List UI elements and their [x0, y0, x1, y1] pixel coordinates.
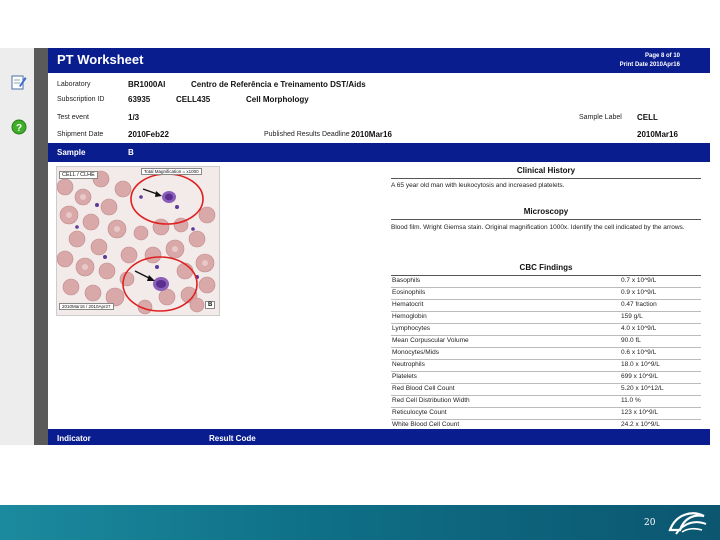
magnification-note: Total Magnification = x1000 — [141, 168, 202, 175]
cbc-name: Mean Corpuscular Volume — [392, 337, 469, 344]
cbc-value: 24.2 x 10^9/L — [621, 421, 660, 428]
cbc-name: Basophils — [392, 277, 421, 284]
cbc-name: Red Blood Cell Count — [392, 385, 455, 392]
image-sample-letter: B — [205, 301, 216, 309]
cbc-name: White Blood Cell Count — [392, 421, 460, 428]
cbc-value: 123 x 10^9/L — [621, 409, 659, 416]
cbc-name: Hemoglobin — [392, 313, 427, 320]
laboratory-code: BR1000AI — [128, 80, 166, 89]
help-icon[interactable]: ? — [11, 119, 27, 135]
table-row: Hemoglobin 159 g/L — [391, 312, 701, 324]
image-date-range: 2010Mar16 / 2010Apr27 — [59, 303, 114, 310]
sample-band-label: Sample — [57, 148, 86, 157]
slide-footer: 20 — [0, 505, 720, 540]
cbc-value: 90.0 fL — [621, 337, 641, 344]
microscopy-text: Blood film. Wright Giemsa stain. Origina… — [391, 224, 685, 231]
deadline-value: 2010Mar16 — [351, 130, 392, 139]
table-row: Red Cell Distribution Width 11.0 % — [391, 396, 701, 408]
slide-page-number: 20 — [644, 518, 656, 528]
viewer-margin — [34, 48, 48, 445]
test-event-label: Test event — [57, 114, 89, 121]
test-event-value: 1/3 — [128, 113, 140, 122]
table-row: Reticulocyte Count 123 x 10^9/L — [391, 408, 701, 420]
cbc-value: 0.9 x 10^9/L — [621, 289, 657, 296]
cbc-value: 4.0 x 10^9/L — [621, 325, 657, 332]
laboratory-name: Centro de Referência e Treinamento DST/A… — [191, 80, 366, 89]
cbc-value: 18.0 x 10^9/L — [621, 361, 660, 368]
cbc-name: Hematocrit — [392, 301, 424, 308]
cbc-value: 699 x 10^9/L — [621, 373, 659, 380]
shipment-date-value: 2010Feb22 — [128, 130, 169, 139]
sample-band-value: B — [128, 148, 134, 157]
cbc-value: 5.20 x 10^12/L — [621, 385, 664, 392]
indicator-header: Indicator — [57, 434, 91, 443]
cbc-name: Red Cell Distribution Width — [392, 397, 470, 404]
worksheet-title: PT Worksheet — [57, 52, 144, 67]
cbc-name: Reticulocyte Count — [392, 409, 447, 416]
table-row: Red Blood Cell Count 5.20 x 10^12/L — [391, 384, 701, 396]
cbc-name: Lymphocytes — [392, 325, 431, 332]
pt-worksheet-page: PT Worksheet Page 8 of 10 Print Date 201… — [48, 48, 710, 445]
table-row: Eosinophils 0.9 x 10^9/L — [391, 288, 701, 300]
subscription-label: Subscription ID — [57, 96, 105, 103]
page-indicator: Page 8 of 10 — [644, 53, 680, 59]
cbc-value: 0.6 x 10^9/L — [621, 349, 657, 356]
cbc-value: 0.47 fraction — [621, 301, 657, 308]
app-side-toolbar: ? — [0, 48, 34, 445]
laboratory-label: Laboratory — [57, 81, 91, 88]
sample-band: Sample B — [48, 143, 710, 162]
deadline-label: Published Results Deadline — [264, 131, 350, 138]
cbc-value: 0.7 x 10^9/L — [621, 277, 657, 284]
print-date: Print Date 2010Apr16 — [619, 62, 680, 68]
results-band: Indicator Result Code — [48, 429, 710, 445]
subscription-code: CELL435 — [176, 95, 211, 104]
clinical-history-text: A 65 year old man with leukocytosis and … — [391, 182, 565, 189]
table-row: Hematocrit 0.47 fraction — [391, 300, 701, 312]
table-row: Neutrophils 18.0 x 10^9/L — [391, 360, 701, 372]
table-row: Basophils 0.7 x 10^9/L — [391, 276, 701, 288]
clinical-history-heading: Clinical History — [516, 166, 576, 175]
cbc-value: 11.0 % — [621, 397, 641, 404]
worksheet-header: PT Worksheet Page 8 of 10 Print Date 201… — [48, 48, 710, 73]
cbc-name: Monocytes/Mids — [392, 349, 439, 356]
subscription-name: Cell Morphology — [246, 95, 309, 104]
table-row: Lymphocytes 4.0 x 10^9/L — [391, 324, 701, 336]
cbc-heading: CBC Findings — [519, 263, 573, 272]
table-row: Platelets 699 x 10^9/L — [391, 372, 701, 384]
microscopy-rule — [391, 219, 701, 220]
cbc-value: 159 g/L — [621, 313, 643, 320]
brand-logo-icon — [668, 512, 707, 535]
sample-label-value: CELL — [637, 113, 658, 122]
clinical-history-rule — [391, 178, 701, 179]
sample-label-label: Sample Label — [579, 114, 622, 121]
shipment-date-label: Shipment Date — [57, 131, 104, 138]
cbc-name: Platelets — [392, 373, 417, 380]
edit-icon[interactable] — [11, 74, 27, 90]
cbc-name: Eosinophils — [392, 289, 426, 296]
image-tag: CELL / CLHE — [59, 171, 98, 179]
deadline-value-right: 2010Mar16 — [637, 130, 678, 139]
table-row: Monocytes/Mids 0.6 x 10^9/L — [391, 348, 701, 360]
blood-smear-image: CELL / CLHE Total Magnification = x1000 … — [56, 166, 220, 316]
svg-text:?: ? — [16, 123, 22, 134]
table-row: Mean Corpuscular Volume 90.0 fL — [391, 336, 701, 348]
microscopy-heading: Microscopy — [523, 207, 569, 216]
result-code-header: Result Code — [209, 434, 256, 443]
cbc-name: Neutrophils — [392, 361, 425, 368]
subscription-id: 63935 — [128, 95, 151, 104]
micrograph — [57, 167, 219, 315]
